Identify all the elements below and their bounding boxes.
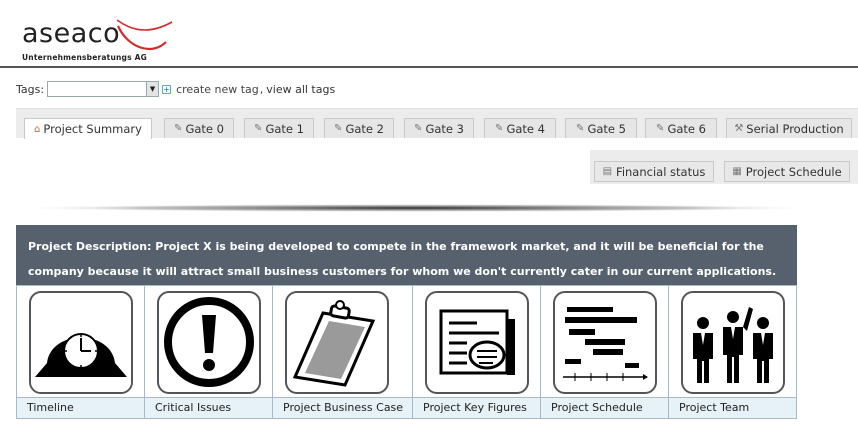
tab-project-schedule[interactable]: ▦ Project Schedule: [724, 161, 850, 182]
tile-grid: Timeline Critical Issues Project Busines…: [16, 285, 797, 419]
hammer-icon: ⚒: [734, 123, 744, 134]
description-line-2: company because it will attract small bu…: [28, 265, 777, 278]
tile-caption[interactable]: Project Team: [669, 397, 796, 418]
gantt-icon: [563, 307, 648, 381]
clock-icon: [31, 308, 131, 392]
tile-caption[interactable]: Project Key Figures: [413, 397, 540, 418]
report-icon: [439, 309, 515, 375]
tab-gate-4[interactable]: ✎ Gate 4: [484, 118, 556, 138]
project-description: Project Description: Project X is being …: [16, 225, 797, 285]
tile-frame[interactable]: [285, 291, 389, 394]
team-icon: [693, 307, 773, 383]
chart-icon: ▤: [602, 166, 613, 177]
tile-caption[interactable]: Project Business Case: [273, 397, 412, 418]
tab-label: Gate 2: [345, 121, 384, 136]
view-tags-link[interactable]: view all tags: [266, 83, 335, 96]
description-line-1: Project Description: Project X is being …: [28, 240, 764, 253]
schedule-icon: ▦: [732, 166, 742, 177]
tab-label: Serial Production: [746, 121, 844, 136]
tile-caption[interactable]: Timeline: [17, 397, 144, 418]
tab-financial-status[interactable]: ▤ Financial status: [594, 161, 714, 182]
tab-serial-production[interactable]: ⚒ Serial Production: [726, 118, 852, 138]
logo-swoosh-icon: [116, 19, 173, 51]
tab-label: Gate 3: [425, 121, 464, 136]
tile-project-key-figures[interactable]: Project Key Figures: [413, 286, 541, 418]
tab-label: Gate 5: [587, 121, 626, 136]
tile-project-team[interactable]: Project Team: [669, 286, 796, 418]
tags-separator: ,: [259, 82, 264, 96]
tags-label: Tags:: [16, 82, 45, 96]
header-divider: [0, 66, 858, 68]
tile-frame[interactable]: [553, 291, 657, 394]
tile-frame[interactable]: [157, 291, 261, 394]
clipboard-icon: [292, 300, 376, 387]
tile-caption[interactable]: Critical Issues: [145, 397, 272, 418]
tags-select[interactable]: ▼: [47, 81, 160, 97]
shadow-divider: [16, 204, 796, 212]
wrench-icon: ✎: [414, 123, 423, 134]
tab-label: Gate 1: [265, 121, 304, 136]
company-logo: aseaco Unternehmensberatungs AG: [22, 18, 173, 64]
logo-subtitle: Unternehmensberatungs AG: [22, 53, 147, 62]
tab-gate-5[interactable]: ✎ Gate 5: [565, 118, 637, 138]
tab-gate-6[interactable]: ✎ Gate 6: [645, 118, 717, 138]
tile-timeline[interactable]: Timeline: [17, 286, 145, 418]
logo-wordmark: aseaco: [22, 18, 121, 49]
wrench-icon: ✎: [174, 123, 183, 134]
subtab-label: Project Schedule: [745, 164, 842, 179]
tab-label: Project Summary: [43, 122, 142, 136]
tile-project-schedule[interactable]: Project Schedule: [541, 286, 669, 418]
add-tag-icon[interactable]: +: [162, 84, 172, 94]
tab-gate-2[interactable]: ✎ Gate 2: [324, 118, 394, 138]
tab-label: Gate 0: [185, 121, 224, 136]
tab-gate-0[interactable]: ✎ Gate 0: [164, 118, 234, 138]
subtab-label: Financial status: [616, 164, 706, 179]
tile-project-business-case[interactable]: Project Business Case: [273, 286, 413, 418]
tile-frame[interactable]: [29, 291, 133, 394]
exclamation-icon: [164, 297, 254, 387]
tile-caption[interactable]: Project Schedule: [541, 397, 668, 418]
wrench-icon: ✎: [495, 123, 504, 134]
tile-critical-issues[interactable]: Critical Issues: [145, 286, 273, 418]
tab-project-summary[interactable]: ⌂ Project Summary: [24, 118, 152, 139]
tags-row: Tags: ▼ + create new tag , view all tags: [16, 81, 335, 97]
tile-frame[interactable]: [425, 291, 529, 394]
tab-label: Gate 4: [506, 121, 545, 136]
wrench-icon: ✎: [656, 123, 665, 134]
dropdown-arrow-icon[interactable]: ▼: [146, 82, 159, 96]
wrench-icon: ✎: [254, 123, 263, 134]
tab-label: Gate 6: [667, 121, 706, 136]
home-icon: ⌂: [34, 123, 41, 135]
tab-gate-1[interactable]: ✎ Gate 1: [244, 118, 314, 138]
wrench-icon: ✎: [576, 123, 585, 134]
tab-gate-3[interactable]: ✎ Gate 3: [404, 118, 474, 138]
wrench-icon: ✎: [334, 123, 343, 134]
create-tag-link[interactable]: create new tag: [176, 83, 259, 96]
tile-frame[interactable]: [681, 291, 785, 394]
